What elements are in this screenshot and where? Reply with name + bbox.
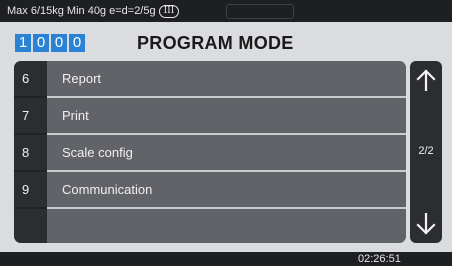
menu-item-label — [47, 209, 406, 243]
accuracy-class-badge: III — [158, 4, 180, 18]
menu-item-label: Communication — [47, 172, 406, 207]
page-indicator: 2/2 — [418, 145, 434, 157]
menu-item-label: Scale config — [47, 135, 406, 170]
menu-item-communication[interactable]: 9 Communication — [14, 172, 406, 207]
code-digit: 1 — [15, 34, 31, 52]
program-mode-screen: 1 0 0 0 PROGRAM MODE 6 Report 7 Print 8 … — [0, 22, 452, 252]
arrow-down-icon — [416, 213, 436, 235]
status-bar: Max 6/15kg Min 40g e=d=2/5g III — [0, 0, 452, 22]
menu-list: 6 Report 7 Print 8 Scale config 9 Commun… — [14, 61, 406, 243]
clock: 02:26:51 — [358, 253, 401, 265]
menu-item-number: 7 — [14, 98, 47, 133]
scale-specification: Max 6/15kg Min 40g e=d=2/5g III — [7, 3, 180, 19]
code-digit: 0 — [69, 34, 85, 52]
menu-item-number — [14, 209, 47, 243]
status-indicator — [226, 4, 294, 19]
page-up-button[interactable] — [410, 63, 442, 97]
pager: 2/2 — [410, 61, 442, 243]
code-digit: 0 — [51, 34, 67, 52]
code-digit: 0 — [33, 34, 49, 52]
menu-item-number: 6 — [14, 61, 47, 96]
spec-text: Max 6/15kg Min 40g e=d=2/5g — [7, 5, 156, 17]
menu-item-print[interactable]: 7 Print — [14, 98, 406, 133]
menu-item-number: 9 — [14, 172, 47, 207]
menu-item-empty — [14, 209, 406, 243]
footer-bar: 02:26:51 — [0, 252, 452, 266]
menu-item-report[interactable]: 6 Report — [14, 61, 406, 96]
page-title: PROGRAM MODE — [137, 33, 294, 53]
arrow-up-icon — [416, 69, 436, 91]
menu-item-scale-config[interactable]: 8 Scale config — [14, 135, 406, 170]
menu-item-number: 8 — [14, 135, 47, 170]
page-down-button[interactable] — [410, 207, 442, 241]
header: 1 0 0 0 PROGRAM MODE — [0, 22, 452, 58]
menu-item-label: Print — [47, 98, 406, 133]
menu-item-label: Report — [47, 61, 406, 96]
program-code: 1 0 0 0 — [15, 34, 87, 52]
